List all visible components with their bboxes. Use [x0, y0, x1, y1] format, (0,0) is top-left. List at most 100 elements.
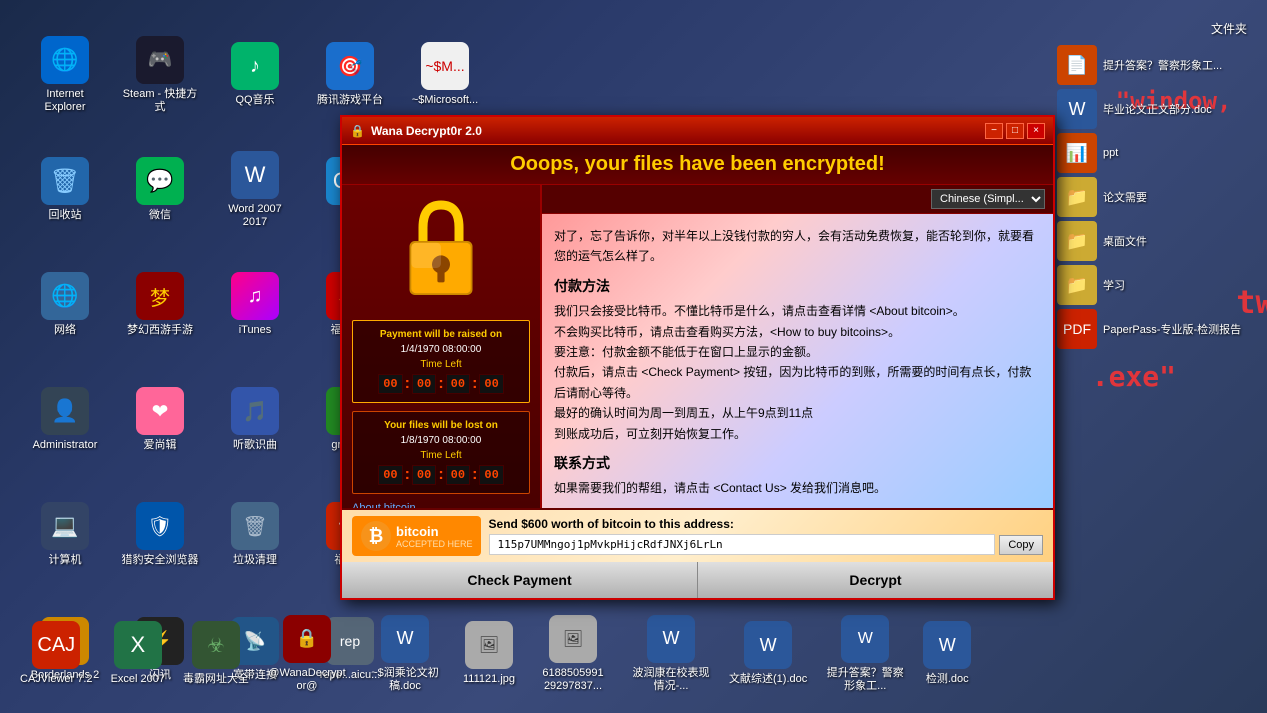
- bottom-panel: ₿ bitcoin ACCEPTED HERE Send $600 worth …: [342, 508, 1053, 598]
- icon-network[interactable]: 🌐 网络: [20, 250, 110, 360]
- lang-selector-row: Chinese (Simpl... English: [542, 185, 1053, 214]
- files-lost-timer: 00 : 00 : 00 : 00: [361, 465, 521, 485]
- right-item-6[interactable]: 📁 学习: [1057, 265, 1247, 305]
- check-payment-button[interactable]: Check Payment: [342, 562, 698, 598]
- folder-label: 文件夹: [1211, 20, 1247, 37]
- minimize-button[interactable]: −: [985, 123, 1003, 139]
- maximize-button[interactable]: □: [1006, 123, 1024, 139]
- ie-icon: 🌐: [41, 36, 89, 84]
- excel-label: Excel 2007: [111, 673, 165, 686]
- icon-cajviewer[interactable]: CAJ CAJViewer 7.2: [15, 610, 98, 698]
- steam-label: Steam - 快捷方式: [120, 88, 200, 114]
- icon-recycle[interactable]: 🗑 回收站: [20, 135, 110, 245]
- right-label-1: 提升答案？警察形象工...: [1103, 57, 1247, 73]
- payment-raised-timer: 00 : 00 : 00 : 00: [361, 374, 521, 394]
- right-icon-doc1: 📄: [1057, 45, 1097, 85]
- icon-word[interactable]: W Word 2007 2017: [210, 135, 300, 245]
- jpg2-icon: 🖼: [549, 615, 597, 663]
- icon-qq-music[interactable]: ♪ QQ音乐: [210, 20, 300, 130]
- tencent-icon-img: 🎯: [326, 42, 374, 90]
- dialog-title-label: Wana Decrypt0r 2.0: [371, 124, 482, 138]
- right-item-3[interactable]: 📊 ppt: [1057, 133, 1247, 173]
- qihoo-label: 猎豹安全浏览器: [122, 554, 199, 567]
- icon-mhxy[interactable]: 梦 梦幻西游手游: [115, 250, 205, 360]
- ie-label: Internet Explorer: [25, 88, 105, 114]
- bitcoin-address-area: Send $600 worth of bitcoin to this addre…: [489, 517, 1043, 555]
- doc-draft-label: ~$润乘论文初稿.doc: [365, 667, 445, 693]
- send-amount-text: Send $600 worth of bitcoin to this addre…: [489, 517, 1043, 531]
- desktop: "window, you deleted tware. .exe" in any…: [0, 0, 1267, 713]
- recycle-icon-img: 🗑: [41, 157, 89, 205]
- payment-raised-box: Payment will be raised on 1/4/1970 08:00…: [352, 320, 530, 403]
- right-label-2: 毕业论文正文部分.doc: [1103, 101, 1247, 117]
- bitcoin-address-input[interactable]: [489, 534, 996, 555]
- icon-music[interactable]: 🎵 听歌识曲: [210, 365, 300, 475]
- icon-qihoo[interactable]: 🛡 猎豹安全浏览器: [115, 480, 205, 590]
- icon-doc-review[interactable]: W 文献综述(1).doc: [724, 610, 812, 698]
- icon-excel[interactable]: X Excel 2007: [106, 610, 170, 698]
- network-icon-img: 🌐: [41, 272, 89, 320]
- right-label-7: PaperPass-专业版-检测报告: [1103, 321, 1247, 337]
- timer-seg-5: 00: [378, 465, 402, 485]
- icon-internet-explorer[interactable]: 🌐 Internet Explorer: [20, 20, 110, 130]
- icon-wana-dec[interactable]: 🔒 @WanaDecryptor@: [262, 610, 352, 698]
- payment-raised-date: 1/4/1970 08:00:00: [361, 344, 521, 355]
- right-item-1[interactable]: 📄 提升答案？警察形象工...: [1057, 45, 1247, 85]
- icon-itunes[interactable]: ♫ iTunes: [210, 250, 300, 360]
- dialog-body: Payment will be raised on 1/4/1970 08:00…: [342, 185, 1053, 508]
- trash-label: 垃圾清理: [233, 554, 277, 567]
- right-item-5[interactable]: 📁 桌面文件: [1057, 221, 1247, 261]
- icon-doc-report[interactable]: W 波润康在校表现情况-...: [626, 610, 716, 698]
- payment-raised-timeleft: Time Left: [361, 359, 521, 370]
- language-select[interactable]: Chinese (Simpl... English: [931, 189, 1045, 209]
- payment-raised-label: Payment will be raised on: [361, 329, 521, 340]
- icon-jpg2[interactable]: 🖼 6188505991 29297837...: [528, 610, 618, 698]
- doc-detect-icon: W: [923, 621, 971, 669]
- doc-review-label: 文献综述(1).doc: [729, 673, 807, 686]
- steam-icon: 🎮: [136, 36, 184, 84]
- trash-icon-img: 🗑: [231, 502, 279, 550]
- icon-computer[interactable]: 💻 计算机: [20, 480, 110, 590]
- copy-address-button[interactable]: Copy: [999, 535, 1043, 555]
- icon-jpg1[interactable]: 🖼 111121.jpg: [458, 610, 520, 698]
- bitcoin-logo: ₿ bitcoin ACCEPTED HERE: [352, 516, 481, 556]
- tencent-label: 腾讯游戏平台: [317, 94, 383, 107]
- svg-text:₿: ₿: [369, 526, 384, 546]
- icon-poison[interactable]: ☣ 毒霸网址大全: [178, 610, 254, 698]
- caj-icon-img: CAJ: [32, 621, 80, 669]
- intro-text: 对了，忘了告诉你，对半年以上没钱付款的穷人，会有活动免费恢复，能否轮到你，就要看…: [554, 226, 1041, 267]
- right-item-7[interactable]: PDF PaperPass-专业版-检测报告: [1057, 309, 1247, 349]
- icon-aishang[interactable]: ❤ 爱尚辑: [115, 365, 205, 475]
- icon-tencent[interactable]: 🎯 腾讯游戏平台: [305, 20, 395, 130]
- payment-method-title: 付款方法: [554, 275, 1041, 297]
- doc-report-label: 波润康在校表现情况-...: [631, 667, 711, 693]
- dialog-main-title: Ooops, your files have been encrypted!: [342, 145, 1053, 185]
- right-label-3: ppt: [1103, 147, 1247, 159]
- aishang-label: 爱尚辑: [144, 439, 177, 452]
- icon-ms[interactable]: ~$M... ~$Microsoft...: [400, 20, 490, 130]
- icon-doc-ans[interactable]: W 提升答案？警察形象工...: [820, 610, 910, 698]
- doc-report-icon: W: [647, 615, 695, 663]
- icon-admin[interactable]: 👤 Administrator: [20, 365, 110, 475]
- icon-doc-detect[interactable]: W 检测.doc: [918, 610, 976, 698]
- timer-seg-1: 00: [378, 374, 402, 394]
- doc-draft-icon: W: [381, 615, 429, 663]
- caj-label: CAJViewer 7.2: [20, 673, 93, 686]
- close-button[interactable]: ×: [1027, 123, 1045, 139]
- recycle-label: 回收站: [49, 209, 82, 222]
- word-icon-img: W: [231, 151, 279, 199]
- right-file-panel: 文件夹 📄 提升答案？警察形象工... W 毕业论文正文部分.doc 📊 ppt…: [1057, 20, 1247, 349]
- icon-steam[interactable]: 🎮 Steam - 快捷方式: [115, 20, 205, 130]
- wannacry-dialog: 🔒 Wana Decrypt0r 2.0 − □ × Ooops, your f…: [340, 115, 1055, 600]
- icon-doc-draft[interactable]: W ~$润乘论文初稿.doc: [360, 610, 450, 698]
- right-item-2[interactable]: W 毕业论文正文部分.doc: [1057, 89, 1247, 129]
- right-icon-folder3: 📁: [1057, 265, 1097, 305]
- decrypt-button[interactable]: Decrypt: [698, 562, 1053, 598]
- lock-icon-container: [352, 195, 530, 305]
- right-item-4[interactable]: 📁 论文需要: [1057, 177, 1247, 217]
- icon-wechat[interactable]: 💬 微信: [115, 135, 205, 245]
- address-row: Copy: [489, 534, 1043, 555]
- icon-trash[interactable]: 🗑 垃圾清理: [210, 480, 300, 590]
- right-icon-folder1: 📁: [1057, 177, 1097, 217]
- right-icon-folder2: 📁: [1057, 221, 1097, 261]
